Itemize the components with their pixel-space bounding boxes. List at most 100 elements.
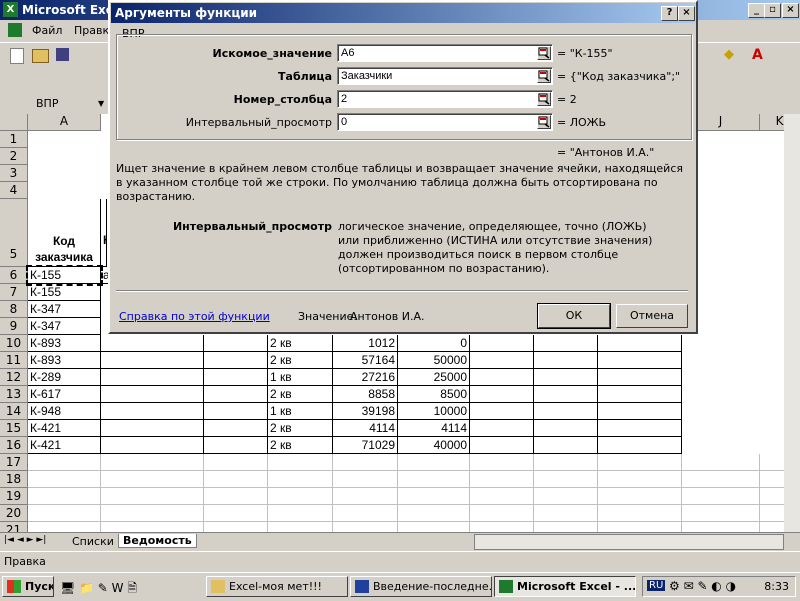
cell-value-1[interactable]: 4114 (333, 420, 398, 437)
cell-customer-code[interactable]: К-893 (28, 352, 101, 369)
close-window-button[interactable]: × (782, 3, 799, 18)
cell-value-1[interactable]: 39198 (333, 403, 398, 420)
table-cell-empty[interactable] (534, 420, 598, 437)
tab-spiski[interactable]: Списки (72, 535, 114, 548)
table-cell-empty[interactable] (598, 352, 682, 369)
tab-vedomost[interactable]: Ведомость (118, 534, 197, 548)
table-cell-empty[interactable] (101, 403, 204, 420)
row-header[interactable]: 8 (0, 301, 28, 318)
table-cell-empty[interactable] (470, 352, 534, 369)
table-cell-empty[interactable] (598, 420, 682, 437)
table-cell-empty[interactable] (598, 369, 682, 386)
cell-value-2[interactable]: 40000 (398, 437, 470, 454)
menu-file[interactable]: Файл (32, 24, 62, 37)
row-header[interactable]: 15 (0, 420, 28, 437)
grid-cell[interactable] (598, 471, 682, 488)
fill-color-icon[interactable]: ◆ (724, 47, 734, 62)
cell-customer-code[interactable]: К-421 (28, 420, 101, 437)
row-header[interactable]: 18 (0, 471, 28, 488)
grid-cell[interactable] (598, 454, 682, 471)
grid-cell[interactable] (333, 505, 398, 522)
grid-cell[interactable] (204, 522, 268, 532)
grid-cell[interactable] (534, 488, 598, 505)
tab-scroll-icon[interactable]: |◄ ◄ ► ►| (4, 535, 46, 545)
row-header[interactable]: 7 (0, 284, 28, 301)
table-cell-empty[interactable] (534, 403, 598, 420)
table-cell-empty[interactable] (101, 352, 204, 369)
row-header[interactable]: 17 (0, 454, 28, 471)
cell-value-2[interactable]: 0 (398, 335, 470, 352)
select-all-corner[interactable] (0, 114, 28, 131)
table-cell-empty[interactable] (101, 437, 204, 454)
range-picker-icon[interactable] (537, 69, 551, 83)
cell-value-2[interactable]: 25000 (398, 369, 470, 386)
grid-cell[interactable] (28, 522, 101, 532)
grid-cell[interactable] (682, 505, 760, 522)
table-cell-empty[interactable] (534, 437, 598, 454)
row-header[interactable]: 21 (0, 522, 28, 532)
grid-cell[interactable] (101, 522, 204, 532)
grid-cell[interactable] (333, 471, 398, 488)
grid-cell[interactable] (28, 505, 101, 522)
cell-quarter[interactable]: 2 кв (268, 386, 333, 403)
argument-input[interactable]: 2 (337, 90, 553, 108)
horizontal-scrollbar[interactable] (474, 534, 784, 550)
minimize-button[interactable]: _ (748, 3, 765, 18)
save-icon[interactable] (56, 48, 69, 61)
cell-quarter[interactable]: 1 кв (268, 403, 333, 420)
grid-cell[interactable] (398, 454, 470, 471)
grid-cell[interactable] (398, 505, 470, 522)
tray-icons[interactable]: ⚙ ✉ ✎ ◐ ◑ (669, 579, 736, 593)
grid-cell[interactable] (760, 471, 784, 488)
range-picker-icon[interactable] (537, 46, 551, 60)
table-cell-empty[interactable] (470, 420, 534, 437)
row-header[interactable]: 12 (0, 369, 28, 386)
dialog-title-bar[interactable]: Аргументы функции ? × (111, 3, 695, 23)
grid-cell[interactable] (268, 522, 333, 532)
grid-cell[interactable] (682, 522, 760, 532)
grid-cell[interactable] (101, 471, 204, 488)
cell-value-2[interactable]: 8500 (398, 386, 470, 403)
grid-cell[interactable] (598, 522, 682, 532)
row-header[interactable]: 10 (0, 335, 28, 352)
task-word-doc[interactable]: Введение-последне... (350, 576, 492, 597)
cell-customer-code[interactable]: К-155 (28, 284, 101, 301)
table-cell-empty[interactable] (534, 386, 598, 403)
vertical-scrollbar[interactable] (784, 114, 800, 532)
grid-cell[interactable] (398, 488, 470, 505)
cell-customer-code[interactable]: К-421 (28, 437, 101, 454)
chevron-down-icon[interactable]: ▼ (98, 99, 104, 108)
quicklaunch-icons[interactable]: 🖥 📁 ✎ W 🗎 (60, 579, 137, 600)
grid-cell[interactable] (760, 488, 784, 505)
cell-value-1[interactable]: 1012 (333, 335, 398, 352)
row-header[interactable]: 3 (0, 165, 28, 182)
grid-cell[interactable] (333, 488, 398, 505)
cell-value-2[interactable]: 10000 (398, 403, 470, 420)
maximize-button[interactable]: ▫ (764, 3, 781, 18)
table-cell-empty[interactable] (598, 437, 682, 454)
task-excel-app[interactable]: Microsoft Excel - ... (494, 576, 636, 597)
grid-cell[interactable] (101, 454, 204, 471)
table-cell-empty[interactable] (204, 369, 268, 386)
cell-customer-code[interactable]: К-347 (28, 301, 101, 318)
cell-quarter[interactable]: 2 кв (268, 352, 333, 369)
cell-value-2[interactable]: 4114 (398, 420, 470, 437)
cell-value-1[interactable]: 57164 (333, 352, 398, 369)
grid-cell[interactable] (28, 488, 101, 505)
header-cell-customer-code[interactable]: Код заказчика (28, 199, 101, 267)
grid-cell[interactable] (760, 454, 784, 471)
grid-cell[interactable] (28, 471, 101, 488)
cell-customer-code[interactable]: К-617 (28, 386, 101, 403)
table-cell-empty[interactable] (101, 420, 204, 437)
grid-cell[interactable] (760, 505, 784, 522)
table-cell-empty[interactable] (204, 386, 268, 403)
cell-customer-code[interactable]: К-893 (28, 335, 101, 352)
table-cell-empty[interactable] (204, 352, 268, 369)
row-header[interactable]: 2 (0, 148, 28, 165)
row-header[interactable]: 9 (0, 318, 28, 335)
table-cell-empty[interactable] (534, 335, 598, 352)
row-header[interactable]: 20 (0, 505, 28, 522)
cell-quarter[interactable]: 2 кв (268, 437, 333, 454)
start-button[interactable]: Пуск (2, 576, 54, 597)
table-cell-empty[interactable] (470, 369, 534, 386)
